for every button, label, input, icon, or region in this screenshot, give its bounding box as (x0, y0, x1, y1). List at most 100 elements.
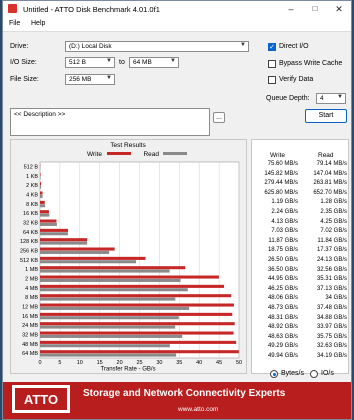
direct-io-checkbox[interactable]: ✓ (268, 43, 276, 51)
result-write-value: 26.50 GB/s (267, 257, 298, 263)
results-chart: Test Results Write Read 0 5 10 15 20 25 30 35 40 45 5… (20, 142, 242, 373)
bypass-write-cache-label: Bypass Write Cache (279, 60, 343, 67)
atto-logo-text: ATTO (15, 388, 67, 410)
write-bar (40, 331, 234, 335)
result-read-value: 35.31 GB/s (316, 276, 347, 283)
write-bar (40, 350, 239, 354)
result-write-value: 48.92 GB/s (267, 324, 298, 331)
chart-panel: Test Results Write Read 0 5 10 15 20 25 30 35 40 45 5… (10, 139, 247, 374)
bytes-per-sec-label: Bytes/s (281, 370, 304, 377)
read-bar (40, 297, 176, 301)
result-write-value: 7.03 GB/s (271, 228, 298, 235)
write-bar (40, 238, 88, 242)
category-label: 12 MB (22, 305, 38, 311)
io-per-sec-radio[interactable] (310, 370, 318, 378)
category-label: 128 KB (20, 239, 38, 245)
result-row: 4.13 GB/s 4.25 GB/s (252, 219, 350, 228)
read-bar (40, 194, 43, 198)
read-bar (40, 306, 190, 310)
result-read-value: 79.14 MB/s (316, 161, 347, 167)
result-row: 48.06 GB/s 34 GB/s (252, 295, 350, 304)
write-bar (40, 200, 45, 204)
x-tick-label: 10 (77, 360, 83, 366)
queue-depth-select[interactable]: 4 ▼ (316, 93, 346, 104)
result-row: 279.44 MB/s 263.81 MB/s (252, 180, 350, 189)
category-label: 512 KB (20, 258, 38, 264)
atto-banner[interactable]: ATTO Storage and Network Connectivity Ex… (3, 382, 351, 419)
maximize-icon[interactable]: □ (307, 3, 323, 15)
start-button[interactable]: Start (305, 109, 347, 123)
read-bar (40, 250, 110, 254)
file-size-label: File Size: (10, 76, 39, 83)
description-field[interactable]: << Description >> (10, 108, 210, 136)
result-write-value: 279.44 MB/s (264, 180, 298, 187)
minimize-icon[interactable]: – (283, 3, 299, 15)
result-read-value: 2.35 GB/s (320, 209, 347, 215)
result-read-value: 263.81 MB/s (313, 180, 347, 187)
window-title: Untitled - ATTO Disk Benchmark 4.01.0f1 (23, 5, 160, 14)
write-bar (40, 284, 225, 288)
queue-depth-value: 4 (320, 95, 324, 102)
category-label: 16 KB (23, 211, 38, 217)
result-read-value: 32.63 GB/s (316, 343, 347, 350)
result-row: 49.94 GB/s 34.19 GB/s (252, 353, 350, 362)
result-write-value: 48.06 GB/s (267, 295, 298, 302)
result-read-value: 34.19 GB/s (316, 353, 347, 359)
result-write-value: 48.31 GB/s (267, 314, 298, 321)
result-write-value: 18.75 GB/s (267, 247, 298, 254)
result-read-value: 1.28 GB/s (320, 199, 347, 206)
x-tick-label: 50 (236, 360, 242, 366)
verify-data-checkbox[interactable] (268, 76, 276, 84)
x-tick-label: 5 (58, 360, 61, 366)
result-read-value: 37.48 GB/s (316, 305, 347, 311)
x-tick-label: 30 (156, 360, 162, 366)
queue-depth-label: Queue Depth: (266, 95, 310, 102)
file-size-select[interactable]: 256 MB ▼ (65, 74, 115, 85)
read-bar (40, 288, 188, 292)
result-row: 7.03 GB/s 7.02 GB/s (252, 228, 350, 237)
close-icon[interactable]: ✕ (331, 3, 347, 15)
result-row: 48.92 GB/s 33.97 GB/s (252, 324, 350, 333)
result-read-value: 34.88 GB/s (316, 314, 347, 321)
write-bar (40, 275, 219, 279)
category-label: 1 MB (25, 267, 38, 273)
result-write-value: 46.25 GB/s (267, 285, 298, 292)
description-more-button[interactable]: ... (213, 112, 225, 123)
result-write-value: 75.60 MB/s (267, 161, 298, 167)
write-bar (40, 182, 42, 186)
x-axis-label: Transfer Rate - GB/s (100, 367, 155, 373)
result-row: 625.80 MB/s 652.70 MB/s (252, 190, 350, 199)
x-tick-label: 35 (176, 360, 182, 366)
write-bar (40, 191, 43, 195)
result-write-value: 625.80 MB/s (264, 189, 298, 196)
write-bar (40, 294, 232, 298)
result-row: 18.75 GB/s 17.37 GB/s (252, 247, 350, 256)
result-read-value: 4.25 GB/s (320, 218, 347, 225)
category-label: 8 MB (25, 295, 38, 301)
result-row: 48.73 GB/s 37.48 GB/s (252, 305, 350, 314)
read-bar (40, 213, 50, 217)
description-text: << Description >> (14, 111, 66, 118)
drive-select[interactable]: (D:) Local Disk ▼ (65, 41, 249, 52)
bypass-write-cache-checkbox[interactable] (268, 60, 276, 68)
read-bar (40, 176, 41, 180)
category-label: 4 KB (26, 193, 38, 199)
result-read-value: 33.97 GB/s (316, 324, 347, 331)
drive-value: (D:) Local Disk (69, 43, 112, 50)
write-bar (40, 210, 49, 214)
bytes-per-sec-radio[interactable] (270, 370, 278, 378)
io-size-to-select[interactable]: 64 MB ▼ (129, 57, 179, 68)
io-size-from-select[interactable]: 512 B ▼ (65, 57, 115, 68)
menu-help[interactable]: Help (31, 20, 45, 27)
result-write-value: 48.63 GB/s (267, 333, 298, 340)
chevron-down-icon: ▼ (240, 42, 246, 48)
read-bar (40, 222, 57, 226)
result-read-value: 17.37 GB/s (316, 247, 347, 254)
menu-file[interactable]: File (9, 20, 20, 27)
banner-slogan: Storage and Network Connectivity Experts (83, 388, 286, 399)
result-row: 49.29 GB/s 32.63 GB/s (252, 343, 350, 352)
category-label: 32 MB (22, 333, 38, 339)
result-read-value: 7.02 GB/s (320, 228, 347, 235)
x-tick-label: 0 (38, 360, 41, 366)
write-bar (40, 172, 41, 176)
